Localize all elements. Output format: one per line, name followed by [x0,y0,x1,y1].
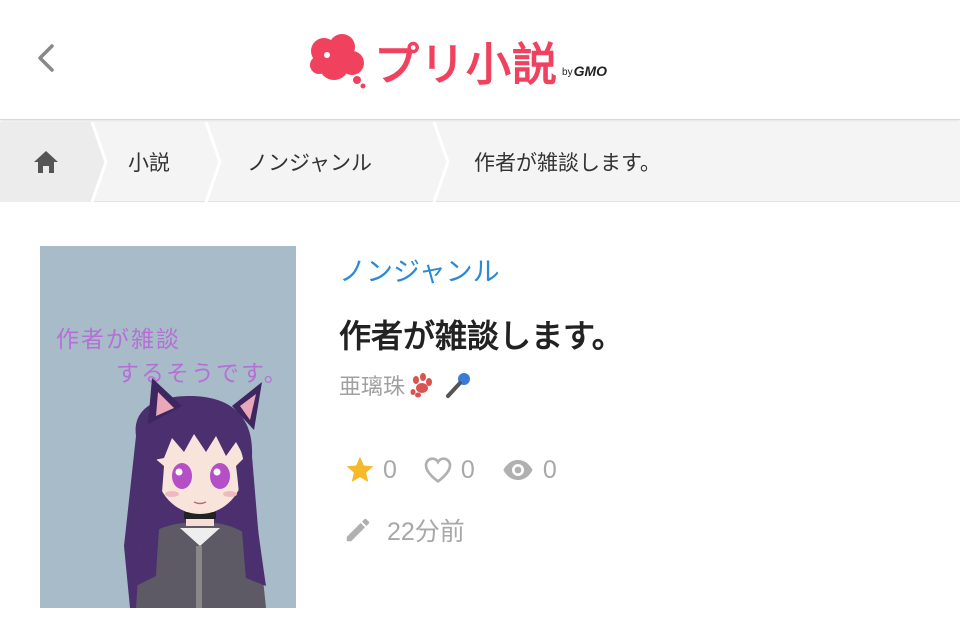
star-count-value: 0 [383,455,397,484]
chevron-left-icon [38,44,54,72]
story-title[interactable]: 作者が雑談します。 [339,311,624,357]
view-count-value: 0 [542,455,557,484]
breadcrumb-item-current: 作者が雑談します。 [474,151,661,175]
story-genre-link[interactable]: ノンジャンル [339,250,500,289]
star-icon [346,456,374,482]
logo-mark-icon [310,34,366,89]
view-count: 0 [499,454,557,486]
microphone-icon [446,373,471,398]
updated-time: 22分前 [387,518,465,546]
story-updated: 22分前 [343,512,465,548]
star-count[interactable]: 0 [343,454,397,486]
character-illustration [124,378,266,608]
story-stats: 0 0 0 [343,450,581,490]
story-author[interactable]: 亜璃珠 [339,369,473,401]
story-cover-image[interactable]: 作者が雑談 するそうです。 [40,246,296,608]
breadcrumb-separator-icon [204,122,222,202]
like-count[interactable]: 0 [421,454,475,486]
author-name: 亜璃珠 [339,375,406,400]
eye-icon [503,460,533,480]
breadcrumb-item-genre[interactable]: ノンジャンル [247,122,372,202]
breadcrumb-home[interactable] [0,122,92,202]
logo-text: プリ小説 [374,37,559,91]
logo-by: by [562,66,573,78]
breadcrumb-separator-icon [432,122,450,202]
breadcrumb-item-novels[interactable]: 小説 [128,122,170,202]
back-button[interactable] [22,34,70,82]
breadcrumb-separator-icon [86,122,108,202]
pencil-icon [346,518,370,542]
breadcrumb: 小説 ノンジャンル 作者が雑談します。 [0,122,960,202]
home-icon [34,151,58,173]
heart-icon [424,457,452,483]
app-logo[interactable]: プリ小説 by GMO [306,28,607,92]
paw-icon [410,373,433,398]
like-count-value: 0 [460,455,475,484]
logo-gmo: GMO [573,63,608,79]
app-header: プリ小説 by GMO [0,0,960,120]
